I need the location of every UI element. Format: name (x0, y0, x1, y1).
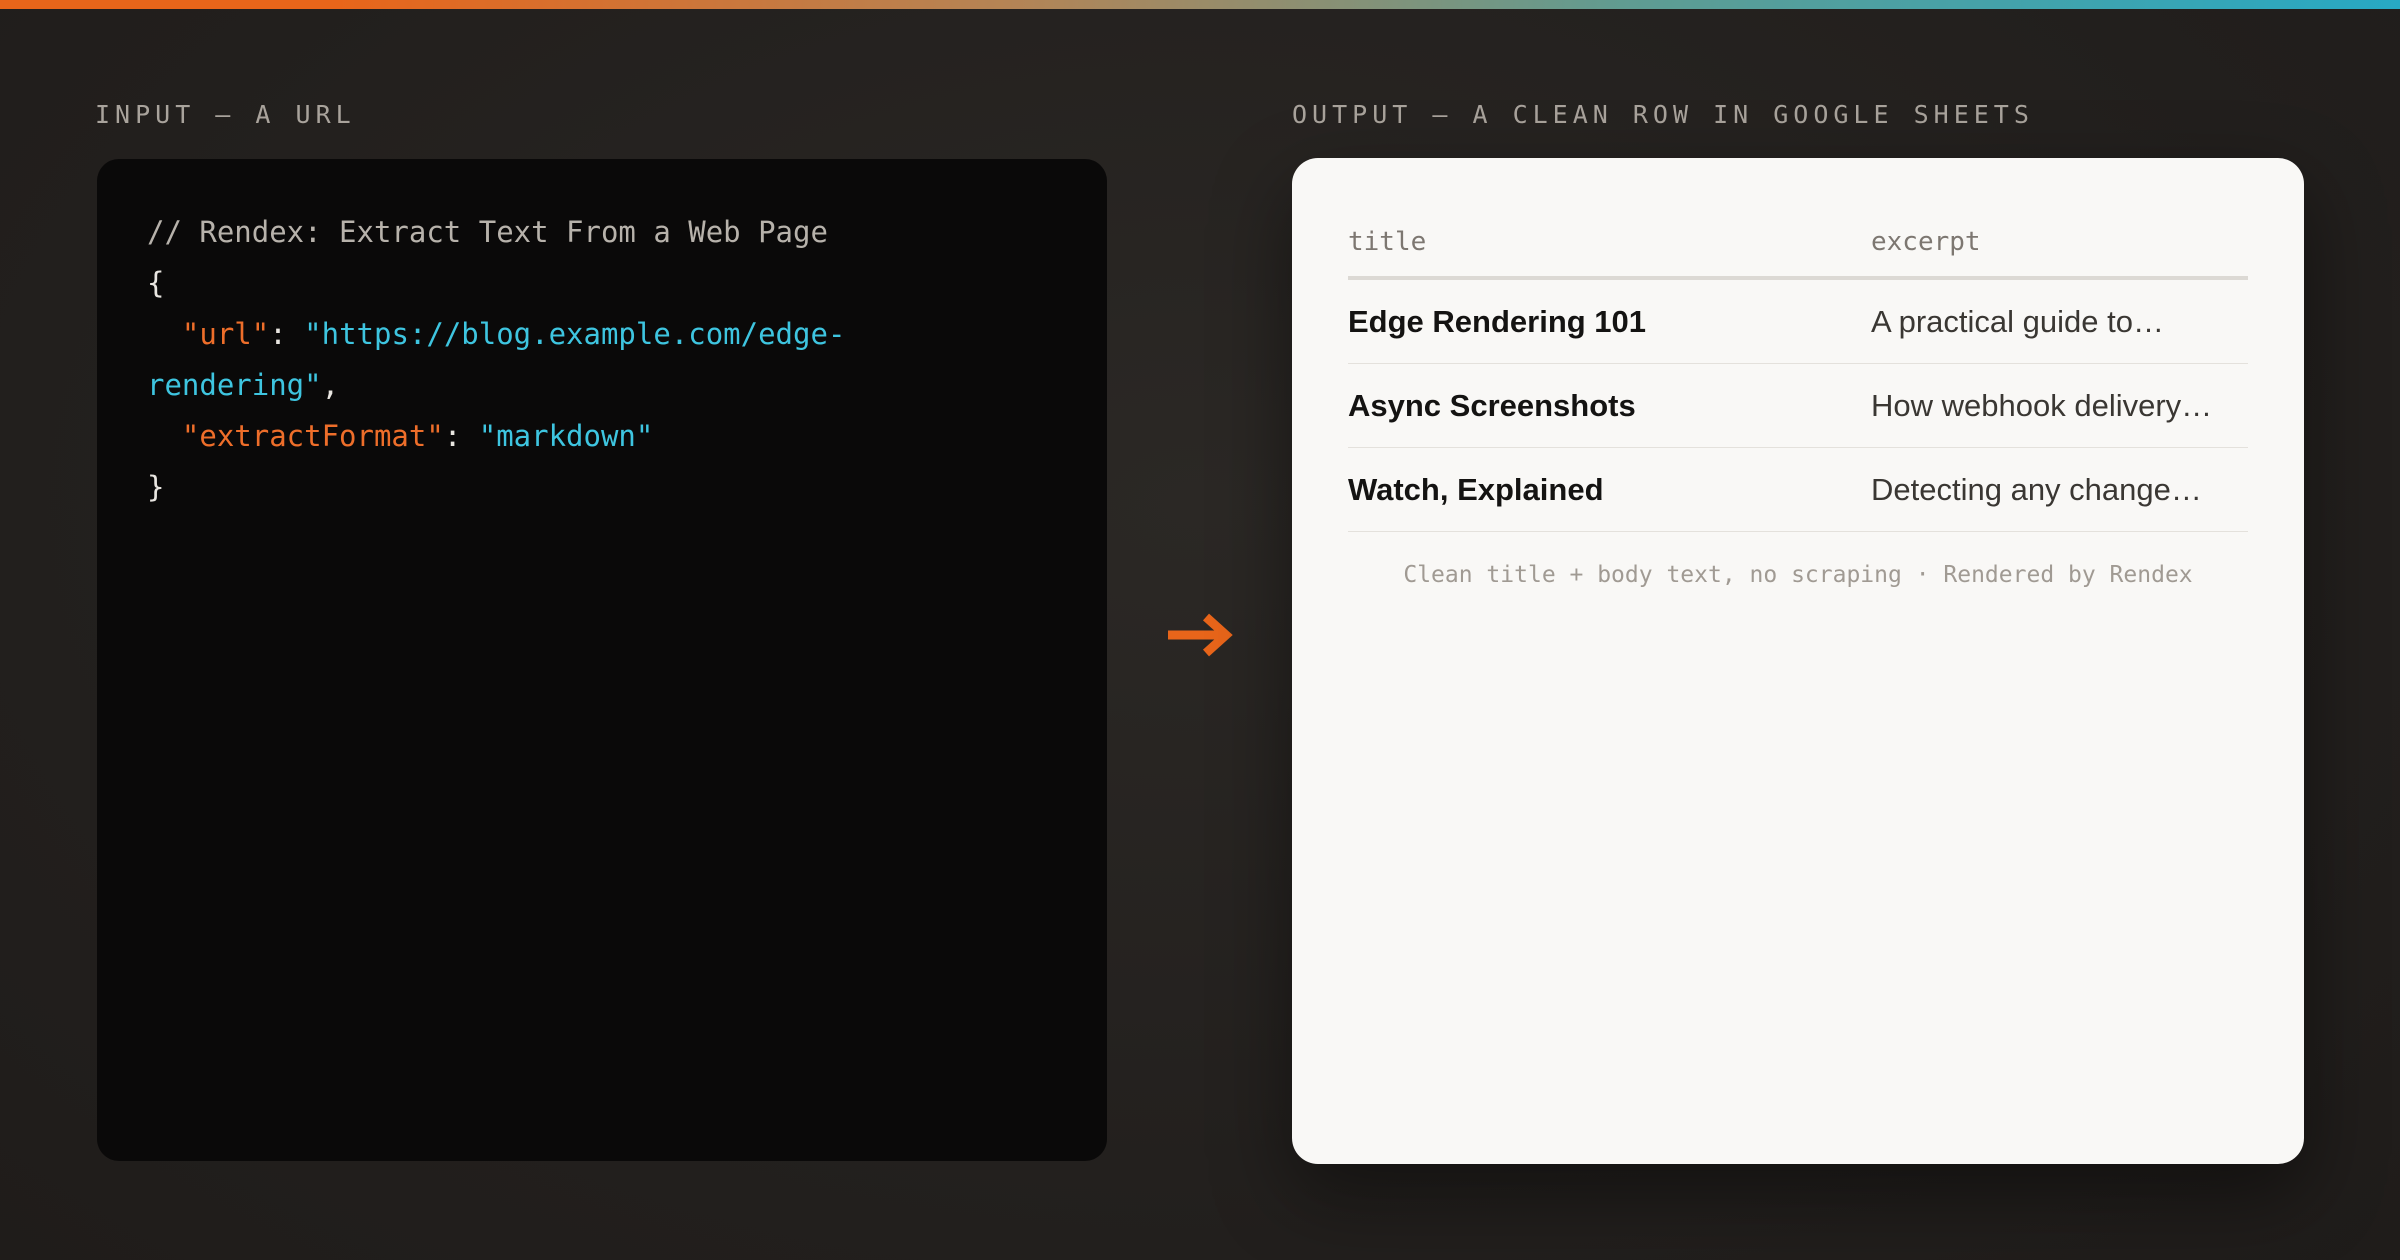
code-line-url: "url": "https://blog.example.com/edge- (147, 309, 1057, 360)
code-comment: // Rendex: Extract Text From a Web Page (147, 215, 828, 249)
google-sheet-output-panel: title excerpt Edge Rendering 101 A pract… (1292, 158, 2304, 1164)
code-line-close-brace: } (147, 462, 1057, 513)
code-comma: , (321, 368, 340, 402)
arrow-right-icon (1168, 613, 1233, 657)
code-url-value-wrap: rendering" (147, 368, 322, 402)
sheet-table: title excerpt Edge Rendering 101 A pract… (1348, 208, 2248, 532)
code-colon: : (443, 419, 479, 453)
code-input-panel: // Rendex: Extract Text From a Web Page … (97, 159, 1107, 1161)
table-row: Async Screenshots How webhook delivery… (1348, 363, 2248, 448)
code-line-url-wrap: rendering", (147, 360, 1057, 411)
code-line-comment: // Rendex: Extract Text From a Web Page (147, 207, 1057, 258)
cell-excerpt: A practical guide to… (1871, 278, 2248, 364)
column-header-excerpt: excerpt (1871, 208, 2248, 280)
input-section-label: INPUT — A URL (95, 100, 356, 129)
column-header-title: title (1348, 208, 1871, 280)
cell-title: Edge Rendering 101 (1348, 278, 1871, 364)
table-row: Edge Rendering 101 A practical guide to… (1348, 278, 2248, 364)
code-format-value: "markdown" (478, 419, 654, 453)
sheet-header-row: title excerpt (1348, 208, 2248, 280)
code-line-open-brace: { (147, 258, 1057, 309)
table-row: Watch, Explained Detecting any change… (1348, 447, 2248, 532)
code-close-brace: } (147, 470, 165, 504)
sheet-footer-caption: Clean title + body text, no scraping · R… (1403, 562, 2193, 588)
code-url-key: "url" (181, 317, 270, 351)
cell-title: Watch, Explained (1348, 447, 1871, 532)
top-gradient-bar (0, 0, 2400, 9)
cell-title: Async Screenshots (1348, 363, 1871, 448)
code-format-key: "extractFormat" (181, 419, 444, 453)
output-section-label: OUTPUT — A CLEAN ROW IN GOOGLE SHEETS (1292, 100, 2034, 129)
code-url-value: "https://blog.example.com/edge- (304, 317, 846, 351)
code-line-format: "extractFormat": "markdown" (147, 411, 1057, 462)
code-colon: : (269, 317, 305, 351)
cell-excerpt: How webhook delivery… (1871, 363, 2248, 448)
code-open-brace: { (147, 266, 165, 300)
cell-excerpt: Detecting any change… (1871, 447, 2248, 532)
